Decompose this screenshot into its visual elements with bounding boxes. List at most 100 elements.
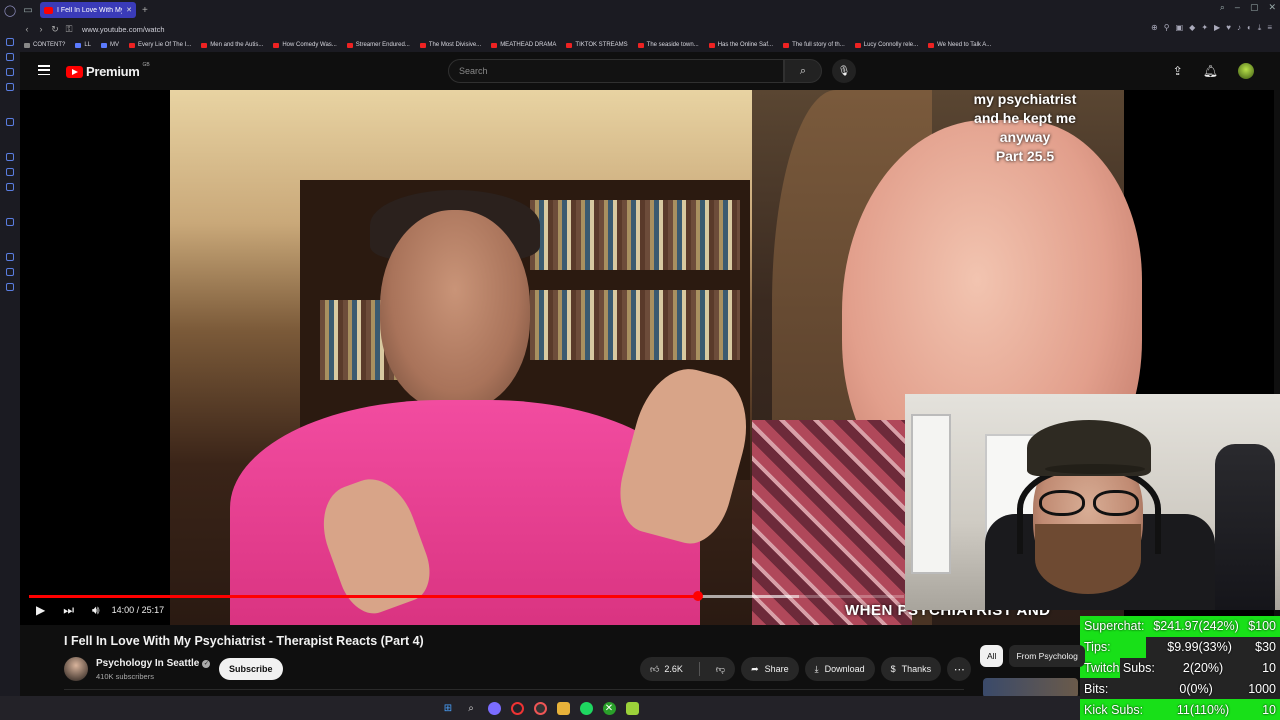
bookmark-item[interactable]: MEATHEAD DRAMA xyxy=(491,42,556,48)
volume-icon[interactable]: ♪ xyxy=(1237,23,1241,33)
back-icon[interactable]: ‹ xyxy=(20,24,34,34)
new-tab-button[interactable]: + xyxy=(142,5,148,16)
url-field[interactable]: www.youtube.com/watch xyxy=(82,25,165,34)
bookmark-item[interactable]: How Comedy Was... xyxy=(273,42,337,48)
bookmark-item[interactable]: Every Lie Of The I... xyxy=(129,42,191,48)
goal-label: Kick Subs: xyxy=(1084,702,1144,717)
next-video-icon[interactable]: ⏭︎ xyxy=(63,603,74,618)
streamer-webcam xyxy=(905,394,1280,610)
taskbar-opera-icon[interactable] xyxy=(510,701,524,715)
menu-dots-icon[interactable]: ≡ xyxy=(1267,23,1272,33)
more-actions-button[interactable]: ⋯ xyxy=(947,657,972,681)
bookmark-favicon-icon xyxy=(637,42,644,48)
voice-search-button[interactable]: 🎙︎ xyxy=(832,59,856,83)
subscribe-button[interactable]: Subscribe xyxy=(219,658,283,680)
youtube-premium-logo[interactable]: Premium GB xyxy=(66,62,150,79)
windows-start-icon[interactable]: ⊞ xyxy=(442,702,455,715)
play-button-icon[interactable]: ▶ xyxy=(36,603,45,617)
lock-icon: ⚿ xyxy=(65,23,73,34)
bookmark-item[interactable]: LL xyxy=(75,42,91,48)
progress-scrubber[interactable] xyxy=(692,591,703,601)
close-window-button[interactable]: ✕ xyxy=(1268,2,1276,13)
channel-name[interactable]: Psychology In Seattle ✓ xyxy=(96,658,211,669)
sidebar-speed-dial-icon[interactable] xyxy=(6,38,14,46)
taskbar-opera-gx-icon[interactable] xyxy=(533,701,547,715)
thanks-button[interactable]: $ Thanks xyxy=(880,657,942,681)
snapshot-icon[interactable]: ▣ xyxy=(1176,23,1184,33)
like-button[interactable]: 👍︎ 2.6K xyxy=(640,657,693,681)
share-button[interactable]: ➦ Share xyxy=(741,657,799,681)
tab-title: I Fell In Love With My Psy xyxy=(57,6,122,14)
chip-from-channel[interactable]: From Psycholog xyxy=(1009,645,1085,667)
hamburger-menu-icon[interactable] xyxy=(38,65,50,75)
taskbar-copilot-icon[interactable] xyxy=(487,701,501,715)
sidebar-downloads-icon[interactable] xyxy=(6,268,14,276)
reload-icon[interactable]: ↻ xyxy=(48,24,62,35)
bookmark-favicon-icon xyxy=(201,42,208,48)
sidebar-player-icon[interactable] xyxy=(6,218,14,226)
bookmark-item[interactable]: We Need to Talk A... xyxy=(928,42,991,48)
extension-icon[interactable]: ✦ xyxy=(1201,23,1208,33)
share-label: Share xyxy=(764,664,789,674)
search-button[interactable]: ⌕ xyxy=(784,59,822,83)
notifications-bell-icon[interactable]: 🔔︎ xyxy=(1203,64,1218,78)
hanging-coat xyxy=(1215,444,1275,610)
sidebar-messenger-icon[interactable] xyxy=(6,68,14,76)
bookmark-item[interactable]: CONTENT? xyxy=(24,42,65,48)
sidebar-history-icon[interactable] xyxy=(6,253,14,261)
sidebar-settings-icon[interactable] xyxy=(6,283,14,291)
video-progress-bar[interactable] xyxy=(29,591,904,601)
bookmark-item[interactable]: Men and the Autis... xyxy=(201,42,263,48)
taskbar-xbox-icon[interactable]: ✕ xyxy=(602,701,616,715)
tab-menu-icon[interactable]: ▭ xyxy=(20,2,36,18)
download-button[interactable]: ⤓ Download xyxy=(804,657,875,681)
bookmark-item[interactable]: MV xyxy=(101,42,119,48)
user-avatar[interactable] xyxy=(1238,63,1254,79)
sidebar-messenger2-icon[interactable] xyxy=(6,168,14,176)
sidebar-whatsapp-icon[interactable] xyxy=(6,153,14,161)
zoom-icon[interactable]: ⊕ xyxy=(1151,23,1158,33)
thanks-label: Thanks xyxy=(901,664,932,674)
bookmark-item[interactable]: The seaside town... xyxy=(637,42,699,48)
taskbar-search-icon[interactable]: ⌕ xyxy=(465,702,478,715)
bookmark-item[interactable]: The Most Divisive... xyxy=(419,42,481,48)
minimize-button[interactable]: – xyxy=(1235,2,1240,13)
sidebar-bag-icon[interactable] xyxy=(6,53,14,61)
search-tabs-icon[interactable]: ⌕ xyxy=(1220,2,1225,13)
bookmark-item[interactable]: The full story of th... xyxy=(783,42,845,48)
sidebar-instagram-icon[interactable] xyxy=(6,183,14,191)
bookmark-item[interactable]: TIKTOK STREAMS xyxy=(566,42,628,48)
download-tool-icon[interactable]: ⤓ xyxy=(1258,23,1262,33)
timecode: 14:00 / 25:17 xyxy=(111,605,165,615)
bookmark-favicon-icon xyxy=(129,42,136,48)
goal-goal: $30 xyxy=(1255,640,1276,655)
dislike-button[interactable]: 👎︎ xyxy=(706,657,735,681)
opera-logo-icon[interactable]: ◯ xyxy=(0,0,20,20)
sidebar-chat-icon[interactable] xyxy=(6,83,14,91)
bookmark-item[interactable]: Has the Online Saf... xyxy=(708,42,773,48)
caption-line: and he kept me xyxy=(974,110,1076,126)
wallet-icon[interactable]: ◐ xyxy=(1247,23,1252,33)
pin-icon[interactable]: ⚲ xyxy=(1164,23,1170,33)
recommended-thumbnail[interactable] xyxy=(983,678,1078,698)
bookmark-item[interactable]: Streamer Endured... xyxy=(346,42,410,48)
taskbar-app-icon[interactable] xyxy=(625,701,639,715)
bookmark-item[interactable]: Lucy Connolly rele... xyxy=(854,42,918,48)
heart-icon[interactable]: ♥ xyxy=(1226,23,1231,33)
books-row xyxy=(530,290,740,360)
upload-icon[interactable]: ⇪ xyxy=(1173,64,1183,78)
browser-tab-active[interactable]: I Fell In Love With My Psy ✕ xyxy=(40,2,136,18)
maximize-button[interactable]: ▢ xyxy=(1250,2,1259,13)
goal-value: 2(20%) xyxy=(1182,660,1224,675)
channel-avatar[interactable] xyxy=(64,657,88,681)
chip-all[interactable]: All xyxy=(980,645,1004,667)
sidebar-aria-icon[interactable] xyxy=(6,118,14,126)
taskbar-spotify-icon[interactable] xyxy=(579,701,593,715)
close-tab-icon[interactable]: ✕ xyxy=(126,6,132,14)
taskbar-file-explorer-icon[interactable] xyxy=(556,701,570,715)
search-input[interactable]: Search xyxy=(448,59,784,83)
play-icon[interactable]: ▶ xyxy=(1214,23,1220,33)
forward-icon[interactable]: › xyxy=(34,24,48,34)
volume-speaker-icon[interactable]: 🔊︎ xyxy=(92,603,100,618)
vpn-icon[interactable]: ◆ xyxy=(1189,23,1195,33)
